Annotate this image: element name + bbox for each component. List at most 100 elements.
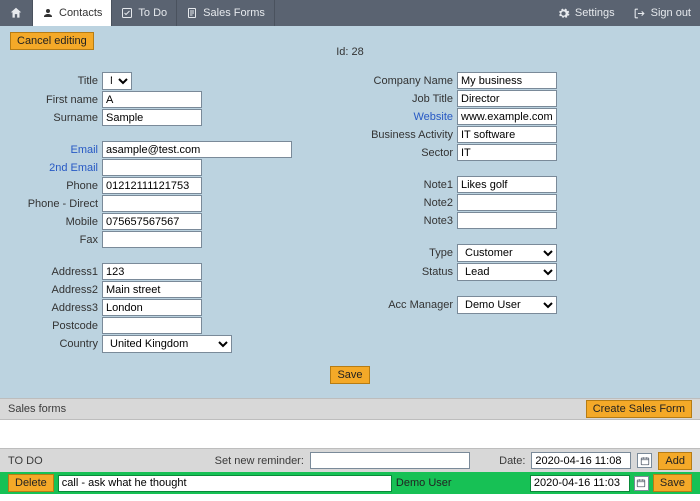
phone-input[interactable] [102, 177, 202, 194]
note3-label: Note3 [365, 215, 457, 227]
note2-label: Note2 [365, 197, 457, 209]
nav-settings[interactable]: Settings [548, 0, 624, 26]
salesforms-bar-label: Sales forms [8, 403, 66, 415]
row-note2: Note2 [365, 194, 690, 211]
right-column: Company Name Job Title Website Business … [365, 72, 690, 354]
note1-input[interactable] [457, 176, 557, 193]
todo-row: Delete Demo User Save [0, 472, 700, 494]
phonedirect-input[interactable] [102, 195, 202, 212]
row-fax: Fax [10, 231, 335, 248]
row-accmgr: Acc Manager Demo User [365, 296, 690, 314]
phone-label: Phone [10, 180, 102, 192]
addr3-input[interactable] [102, 299, 202, 316]
document-icon [186, 7, 198, 19]
website-label[interactable]: Website [365, 111, 457, 123]
date-input[interactable] [531, 452, 631, 469]
email2-label[interactable]: 2nd Email [10, 162, 102, 174]
fax-input[interactable] [102, 231, 202, 248]
create-salesform-button[interactable]: Create Sales Form [586, 400, 692, 418]
nav-contacts-label: Contacts [59, 7, 102, 19]
id-label: Id: [336, 46, 348, 58]
sector-input[interactable] [457, 144, 557, 161]
row-mobile: Mobile [10, 213, 335, 230]
status-select[interactable]: Lead [457, 263, 557, 281]
nav-todo-label: To Do [138, 7, 167, 19]
signout-icon [633, 7, 646, 20]
email-input[interactable] [102, 141, 292, 158]
row-jobtitle: Job Title [365, 90, 690, 107]
addr1-label: Address1 [10, 266, 102, 278]
left-column: Title Mr First name Surname Email 2nd Em… [10, 72, 335, 354]
activity-label: Business Activity [365, 129, 457, 141]
title-select[interactable]: Mr [102, 72, 132, 90]
cancel-editing-button[interactable]: Cancel editing [10, 32, 94, 50]
nav-salesforms-label: Sales Forms [203, 7, 265, 19]
nav-home[interactable] [0, 0, 33, 26]
nav-signout[interactable]: Sign out [624, 0, 700, 26]
note2-input[interactable] [457, 194, 557, 211]
mobile-input[interactable] [102, 213, 202, 230]
email2-input[interactable] [102, 159, 202, 176]
company-input[interactable] [457, 72, 557, 89]
id-row: Id: 28 [10, 46, 690, 58]
company-label: Company Name [365, 75, 457, 87]
row-sector: Sector [365, 144, 690, 161]
surname-input[interactable] [102, 109, 202, 126]
calendar-icon[interactable] [637, 453, 652, 468]
home-icon [9, 6, 23, 20]
firstname-input[interactable] [102, 91, 202, 108]
activity-input[interactable] [457, 126, 557, 143]
phonedirect-label: Phone - Direct [10, 198, 102, 210]
nav-contacts[interactable]: Contacts [33, 0, 112, 26]
postcode-input[interactable] [102, 317, 202, 334]
salesforms-bar: Sales forms Create Sales Form [0, 398, 700, 420]
reminder-input[interactable] [310, 452, 470, 469]
nav-settings-label: Settings [575, 7, 615, 19]
status-label: Status [365, 266, 457, 278]
row-save-button[interactable]: Save [653, 474, 692, 492]
addr1-input[interactable] [102, 263, 202, 280]
row-firstname: First name [10, 91, 335, 108]
email-label[interactable]: Email [10, 144, 102, 156]
row-activity: Business Activity [365, 126, 690, 143]
todo-dt-input[interactable] [530, 475, 630, 492]
jobtitle-input[interactable] [457, 90, 557, 107]
row-title: Title Mr [10, 72, 335, 90]
postcode-label: Postcode [10, 320, 102, 332]
title-label: Title [10, 75, 102, 87]
row-addr1: Address1 [10, 263, 335, 280]
jobtitle-label: Job Title [365, 93, 457, 105]
check-icon [121, 7, 133, 19]
mobile-label: Mobile [10, 216, 102, 228]
addr3-label: Address3 [10, 302, 102, 314]
type-select[interactable]: Customer [457, 244, 557, 262]
row-addr3: Address3 [10, 299, 335, 316]
note1-label: Note1 [365, 179, 457, 191]
row-phonedirect: Phone - Direct [10, 195, 335, 212]
addr2-label: Address2 [10, 284, 102, 296]
add-button[interactable]: Add [658, 452, 692, 470]
addr2-input[interactable] [102, 281, 202, 298]
sector-label: Sector [365, 147, 457, 159]
note3-input[interactable] [457, 212, 557, 229]
country-select[interactable]: United Kingdom [102, 335, 232, 353]
save-button[interactable]: Save [330, 366, 369, 384]
row-status: Status Lead [365, 263, 690, 281]
calendar-icon[interactable] [634, 476, 649, 491]
accmgr-select[interactable]: Demo User [457, 296, 557, 314]
todo-title: TO DO [8, 455, 43, 467]
person-icon [42, 7, 54, 19]
todo-desc-input[interactable] [58, 475, 392, 492]
type-label: Type [365, 247, 457, 259]
firstname-label: First name [10, 94, 102, 106]
delete-button[interactable]: Delete [8, 474, 54, 492]
surname-label: Surname [10, 112, 102, 124]
website-input[interactable] [457, 108, 557, 125]
nav-salesforms[interactable]: Sales Forms [177, 0, 275, 26]
nav-signout-label: Sign out [651, 7, 691, 19]
whitespace [0, 420, 700, 448]
row-surname: Surname [10, 109, 335, 126]
row-addr2: Address2 [10, 281, 335, 298]
nav-todo[interactable]: To Do [112, 0, 177, 26]
row-email2: 2nd Email [10, 159, 335, 176]
